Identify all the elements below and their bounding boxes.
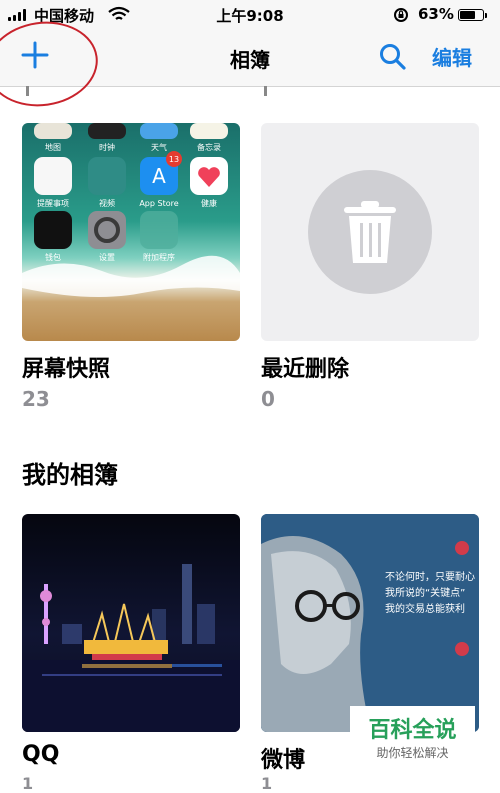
album-thumbnail [22,514,240,732]
quote-line: 我所说的“关键点” [385,586,465,599]
edit-button[interactable]: 编辑 [432,42,472,71]
app-label: 地图 [45,142,61,152]
app-label: 时钟 [99,142,115,152]
app-label: 备忘录 [197,142,221,152]
album-title: QQ [22,742,60,767]
album-title: 微博 [261,748,306,773]
app-label: 设置 [99,252,115,262]
app-label: 提醒事项 [37,198,69,208]
app-badge: 13 [169,155,179,164]
album-thumbnail [261,123,479,341]
quote-line: 我的交易总能获利 [385,602,465,615]
battery-percent: 63% [418,5,454,23]
album-title: 屏幕快照 [22,357,111,382]
watermark: 百科全说 助你轻松解决 [350,706,475,766]
album-thumbnail: 地图 时钟 天气 备忘录 A 13 提醒事项 视频 App Store 健康 钱… [22,123,240,341]
quote-portrait-image: 不论何时，只要耐心 我所说的“关键点” 我的交易总能获利 [261,514,479,732]
watermark-title: 百科全说 [368,718,457,743]
svg-text:A: A [152,164,166,188]
album-count: 0 [261,387,275,411]
quote-line: 不论何时，只要耐心 [385,570,475,583]
watermark-subtitle: 助你轻松解决 [376,746,449,760]
app-label: 天气 [151,142,167,152]
album-title: 最近删除 [261,357,350,382]
app-label: 健康 [201,198,217,208]
app-label: 附加程序 [143,252,175,262]
scroll-remnant [26,86,29,96]
search-icon[interactable] [378,42,408,72]
album-count: 1 [22,774,34,793]
app-label: App Store [139,199,178,208]
orientation-lock-icon [394,8,408,22]
home-screen-thumbnail: 地图 时钟 天气 备忘录 A 13 提醒事项 视频 App Store 健康 钱… [22,123,240,341]
night-city-photo [22,514,240,732]
section-title: 我的相簿 [22,461,118,489]
status-bar: 中国移动 上午9:08 63% [0,0,500,30]
app-label: 钱包 [45,252,61,262]
album-count: 1 [261,774,273,793]
battery-icon [458,9,484,21]
app-label: 视频 [99,198,115,208]
scroll-remnant [264,86,267,96]
album-count: 23 [22,387,50,411]
album-thumbnail: 不论何时，只要耐心 我所说的“关键点” 我的交易总能获利 [261,514,479,732]
trash-icon [308,170,432,294]
